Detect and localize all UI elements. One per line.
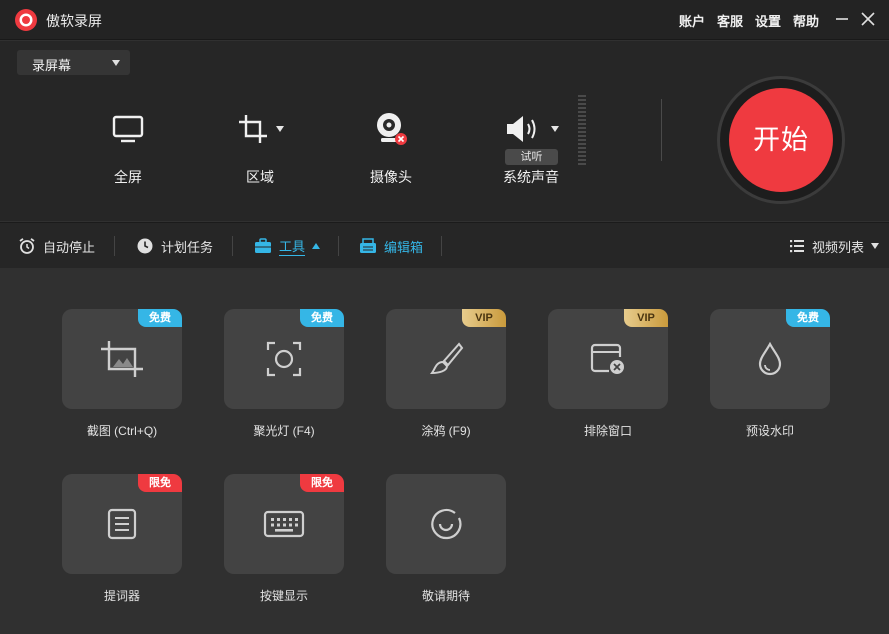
limited-free-badge: 限免 — [300, 474, 344, 492]
auto-stop-label: 自动停止 — [43, 239, 96, 255]
spotlight-icon — [266, 341, 302, 377]
chevron-down-icon — [112, 60, 120, 66]
area-source-button[interactable]: 区域 — [205, 81, 315, 191]
panel-divider — [661, 99, 662, 161]
toolbar-separator — [338, 236, 339, 256]
tool-label: 按键显示 — [259, 589, 308, 603]
tool-label: 敬请期待 — [421, 589, 470, 603]
fullscreen-source-button[interactable]: 全屏 — [73, 81, 183, 191]
free-badge: 免费 — [138, 309, 182, 327]
clock-icon — [137, 238, 153, 254]
fullscreen-label: 全屏 — [114, 169, 142, 185]
toolbar: 自动停止 计划任务 工具 编辑箱 视频列表 — [0, 222, 889, 268]
tool-label: 聚光灯 (F4) — [253, 424, 315, 438]
close-icon[interactable] — [859, 10, 877, 28]
editor-box-icon — [360, 238, 376, 253]
toolbar-separator — [232, 236, 233, 256]
record-mode-value: 录屏幕 — [32, 58, 72, 73]
toolbox-icon — [255, 238, 271, 253]
coming-soon-icon — [431, 508, 462, 540]
support-link[interactable]: 客服 — [717, 11, 743, 30]
schedule-task-label: 计划任务 — [161, 239, 214, 255]
chevron-down-icon — [871, 243, 879, 249]
limited-free-badge: 限免 — [138, 474, 182, 492]
area-dropdown-icon[interactable] — [276, 126, 284, 132]
chevron-up-icon — [312, 243, 321, 249]
tool-key-display[interactable]: 限免 按键显示 — [224, 474, 344, 604]
vip-badge: VIP — [462, 309, 506, 327]
account-link[interactable]: 账户 — [679, 11, 705, 30]
tools-label: 工具 — [279, 236, 306, 256]
start-record-button[interactable]: 开始 — [729, 88, 833, 192]
camera-label: 摄像头 — [370, 169, 412, 185]
toolbar-separator — [441, 236, 442, 256]
app-logo-icon — [15, 9, 37, 31]
tool-screenshot[interactable]: 免费 截图 (Ctrl+Q) — [62, 309, 182, 439]
tool-teleprompter[interactable]: 限免 提词器 — [62, 474, 182, 604]
tool-doodle[interactable]: VIP 涂鸦 (F9) — [386, 309, 506, 439]
sound-dropdown-icon[interactable] — [551, 126, 559, 132]
list-icon — [789, 240, 804, 253]
tool-exclude-window[interactable]: VIP 排除窗口 — [548, 309, 668, 439]
crop-icon — [239, 115, 267, 143]
exclude-window-icon — [590, 343, 624, 374]
tools-panel: 免费 截图 (Ctrl+Q) 免费 聚光灯 (F4) VIP 涂鸦 (F9) V… — [0, 269, 889, 634]
tool-spotlight[interactable]: 免费 聚光灯 (F4) — [224, 309, 344, 439]
toolbar-separator — [114, 236, 115, 256]
webcam-icon — [377, 113, 407, 145]
top-links: 账户 客服 设置 帮助 — [679, 11, 819, 30]
volume-meter — [578, 95, 586, 167]
video-list-label: 视频列表 — [811, 239, 864, 255]
tools-tab[interactable]: 工具 — [254, 236, 321, 256]
monitor-icon — [112, 115, 144, 143]
camera-source-button[interactable]: 摄像头 — [336, 81, 446, 191]
keyboard-icon — [263, 510, 305, 538]
teleprompter-icon — [107, 508, 137, 540]
alarm-clock-icon — [19, 238, 35, 254]
tool-label: 涂鸦 (F9) — [421, 424, 471, 438]
record-mode-select[interactable]: 录屏幕 — [17, 50, 130, 75]
app-title: 傲软录屏 — [46, 13, 102, 29]
tool-card[interactable] — [386, 474, 506, 574]
area-label: 区域 — [246, 169, 274, 185]
tool-label: 截图 (Ctrl+Q) — [86, 424, 158, 438]
tool-coming-soon[interactable]: 敬请期待 — [386, 474, 506, 604]
system-sound-label: 系统声音 — [503, 169, 559, 185]
tool-label: 预设水印 — [745, 424, 794, 438]
tool-label: 提词器 — [103, 589, 140, 603]
free-badge: 免费 — [300, 309, 344, 327]
video-list-button[interactable]: 视频列表 — [789, 236, 879, 256]
record-panel: 录屏幕 全屏 区域 摄像头 系统声音 试听 开始 — [0, 41, 889, 221]
watermark-drop-icon — [758, 341, 782, 376]
brush-icon — [430, 342, 464, 375]
speaker-icon — [507, 116, 536, 142]
tool-watermark[interactable]: 免费 预设水印 — [710, 309, 830, 439]
system-sound-source-button[interactable]: 系统声音 — [476, 81, 586, 191]
vip-badge: VIP — [624, 309, 668, 327]
screenshot-icon — [101, 341, 143, 377]
auto-stop-button[interactable]: 自动停止 — [18, 236, 95, 256]
editor-box-label: 编辑箱 — [384, 239, 424, 255]
settings-link[interactable]: 设置 — [755, 11, 781, 30]
free-badge: 免费 — [786, 309, 830, 327]
schedule-task-button[interactable]: 计划任务 — [136, 236, 213, 256]
help-link[interactable]: 帮助 — [793, 11, 819, 30]
title-bar: 傲软录屏 账户 客服 设置 帮助 — [0, 0, 889, 40]
audio-preview-button[interactable]: 试听 — [505, 149, 558, 165]
tool-label: 排除窗口 — [583, 424, 632, 438]
minimize-icon[interactable] — [833, 10, 851, 28]
editor-box-button[interactable]: 编辑箱 — [359, 236, 423, 256]
